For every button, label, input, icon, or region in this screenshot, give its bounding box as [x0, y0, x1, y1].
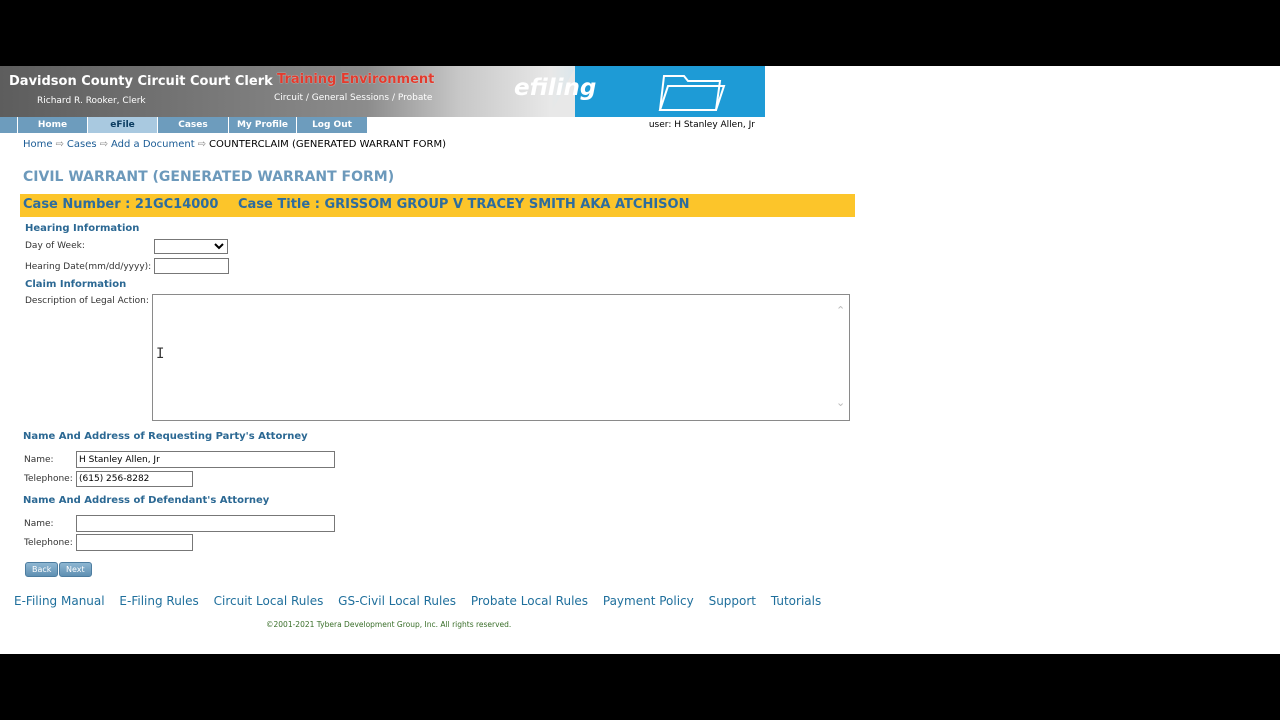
defendant-phone-input[interactable] — [76, 534, 193, 551]
folder-icon — [658, 75, 726, 111]
scroll-down-icon[interactable]: ⌄ — [836, 396, 845, 409]
footer-link-circuit-local-rules[interactable]: Circuit Local Rules — [214, 594, 324, 608]
efiling-logo: efiling — [514, 75, 597, 101]
hearing-heading: Hearing Information — [25, 223, 140, 234]
footer-link-tutorials[interactable]: Tutorials — [771, 594, 821, 608]
requesting-phone-label: Telephone: — [24, 474, 73, 484]
day-of-week-label: Day of Week: — [25, 241, 85, 251]
environment-label: Training Environment — [277, 72, 435, 87]
breadcrumb-current: COUNTERCLAIM (GENERATED WARRANT FORM) — [209, 139, 447, 150]
arrow-right-icon: ⇨ — [99, 139, 108, 150]
requesting-name-label: Name: — [24, 455, 54, 465]
hearing-date-label: Hearing Date(mm/dd/yyyy): — [25, 262, 152, 272]
claim-heading: Claim Information — [25, 279, 127, 290]
footer-link-efiling-rules[interactable]: E-Filing Rules — [119, 594, 198, 608]
courts-line: Circuit / General Sessions / Probate — [274, 93, 433, 103]
hearing-date-input[interactable] — [154, 258, 229, 274]
footer-link-support[interactable]: Support — [709, 594, 756, 608]
day-of-week-select[interactable] — [154, 239, 228, 254]
case-title: Case Title : GRISSOM GROUP V TRACEY SMIT… — [238, 197, 690, 212]
breadcrumb-cases[interactable]: Cases — [67, 139, 97, 150]
requesting-phone-input[interactable] — [76, 471, 193, 487]
defendant-attorney-heading: Name And Address of Defendant's Attorney — [23, 495, 270, 506]
requesting-name-input[interactable] — [76, 451, 335, 468]
next-button[interactable]: Next — [59, 562, 92, 577]
description-textarea[interactable] — [152, 294, 850, 421]
nav-bar: Home eFile Cases My Profile Log Out user… — [0, 117, 765, 133]
defendant-name-label: Name: — [24, 519, 54, 529]
user-label: user: H Stanley Allen, Jr — [648, 120, 755, 130]
defendant-phone-label: Telephone: — [24, 538, 73, 548]
requesting-attorney-heading: Name And Address of Requesting Party's A… — [23, 431, 308, 442]
arrow-right-icon: ⇨ — [197, 139, 207, 150]
scroll-up-icon[interactable]: ⌃ — [836, 304, 845, 317]
breadcrumb-add-document[interactable]: Add a Document — [111, 139, 195, 150]
footer-link-efiling-manual[interactable]: E-Filing Manual — [14, 594, 105, 608]
footer-link-probate-local-rules[interactable]: Probate Local Rules — [471, 594, 588, 608]
footer-link-gs-civil-local-rules[interactable]: GS-Civil Local Rules — [338, 594, 456, 608]
page-title: CIVIL WARRANT (GENERATED WARRANT FORM) — [23, 169, 395, 185]
nav-efile[interactable]: eFile — [87, 117, 157, 133]
footer-links: E-Filing Manual E-Filing Rules Circuit L… — [14, 594, 832, 608]
breadcrumb: Home ⇨ Cases ⇨ Add a Document ⇨ COUNTERCLAIM (… — [23, 139, 446, 150]
footer-link-payment-policy[interactable]: Payment Policy — [603, 594, 694, 608]
copyright: ©2001-2021 Tybera Development Group, Inc… — [266, 620, 512, 629]
nav-log-out[interactable]: Log Out — [296, 117, 367, 133]
back-button[interactable]: Back — [25, 562, 59, 577]
case-number: Case Number : 21GC14000 — [23, 197, 219, 212]
browser-page: Davidson County Circuit Court Clerk Rich… — [0, 66, 1280, 654]
breadcrumb-home[interactable]: Home — [23, 139, 53, 150]
nav-my-profile[interactable]: My Profile — [228, 117, 296, 133]
description-label: Description of Legal Action: — [25, 296, 149, 306]
text-cursor-icon: I — [156, 346, 165, 362]
nav-cases[interactable]: Cases — [157, 117, 228, 133]
header-banner: Davidson County Circuit Court Clerk Rich… — [0, 66, 765, 117]
court-name: Davidson County Circuit Court Clerk — [9, 74, 273, 89]
arrow-right-icon: ⇨ — [55, 139, 64, 150]
nav-home[interactable]: Home — [17, 117, 87, 133]
defendant-name-input[interactable] — [76, 515, 335, 532]
case-bar: Case Number : 21GC14000 Case Title : GRI… — [20, 194, 855, 217]
clerk-name: Richard R. Rooker, Clerk — [37, 96, 146, 106]
